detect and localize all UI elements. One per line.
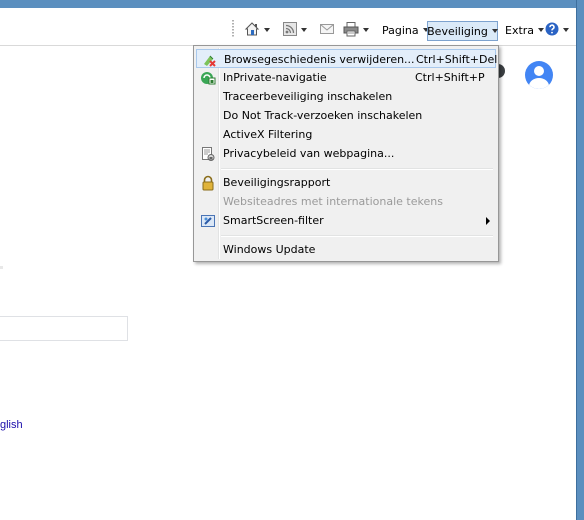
menu-item-inprivate[interactable]: InPrivate-navigatie Ctrl+Shift+P [196, 68, 496, 87]
rss-feed-icon [283, 21, 297, 39]
chevron-down-icon [491, 29, 498, 33]
window-frame-right [576, 0, 584, 520]
menu-item-label: SmartScreen-filter [223, 214, 324, 227]
menu-item-shortcut: Ctrl+Shift+Del [416, 53, 498, 66]
menu-item-label: Privacybeleid van webpagina... [223, 147, 395, 160]
menu-item-security-report[interactable]: Beveiligingsrapport [196, 173, 496, 192]
menu-item-label: Beveiligingsrapport [223, 176, 331, 189]
menu-item-label: Windows Update [223, 243, 316, 256]
menu-separator [221, 168, 493, 170]
menu-item-label: Websiteadres met internationale tekens [223, 195, 443, 208]
security-dropdown-menu: Browsegeschiedenis verwijderen... Ctrl+S… [193, 45, 499, 262]
menu-item-label: Traceerbeveiliging inschakelen [223, 90, 393, 103]
menu-item-tracking-protection[interactable]: Traceerbeveiliging inschakelen [196, 87, 496, 106]
menu-item-privacy-policy[interactable]: Privacybeleid van webpagina... [196, 144, 496, 163]
mail-button[interactable] [320, 21, 334, 39]
menu-item-smartscreen-filter[interactable]: SmartScreen-filter [196, 211, 496, 230]
inprivate-icon [200, 70, 216, 86]
chevron-down-icon [538, 28, 545, 32]
avatar-head [534, 66, 544, 76]
privacy-policy-icon [200, 146, 216, 162]
command-bar: Pagina Beveiliging Extra [0, 8, 576, 46]
avatar-body [529, 78, 549, 89]
page-menu-label: Pagina [382, 23, 419, 37]
tools-menu-button[interactable]: Extra [505, 21, 545, 39]
menu-item-international-address: Websiteadres met internationale tekens [196, 192, 496, 211]
language-link[interactable]: glish [0, 419, 23, 431]
menu-item-do-not-track[interactable]: Do Not Track-verzoeken inschakelen [196, 106, 496, 125]
chevron-down-icon [301, 28, 307, 32]
page-mark [0, 266, 3, 269]
window-frame-top [0, 0, 584, 8]
page-menu-button[interactable]: Pagina [382, 21, 429, 39]
menu-item-label: InPrivate-navigatie [223, 71, 327, 84]
chevron-down-icon [363, 28, 369, 32]
menu-item-label: Browsegeschiedenis verwijderen... [224, 53, 415, 66]
menu-separator [221, 235, 493, 237]
printer-icon [343, 21, 359, 40]
help-icon [545, 22, 559, 39]
home-button[interactable] [244, 21, 270, 39]
feeds-button[interactable] [283, 21, 307, 39]
menu-item-label: Do Not Track-verzoeken inschakelen [223, 109, 423, 122]
menu-item-shortcut: Ctrl+Shift+P [415, 71, 485, 84]
security-menu-button[interactable]: Beveiliging [427, 21, 498, 41]
submenu-arrow-icon [486, 217, 490, 225]
lock-icon [200, 175, 216, 191]
menu-item-delete-browsing-history[interactable]: Browsegeschiedenis verwijderen... Ctrl+S… [196, 49, 498, 68]
search-input[interactable] [0, 316, 128, 341]
menu-item-activex-filtering[interactable]: ActiveX Filtering [196, 125, 496, 144]
delete-history-icon [201, 52, 217, 68]
mail-icon [320, 23, 334, 38]
help-button[interactable] [545, 21, 569, 39]
chevron-down-icon [264, 28, 270, 32]
menu-item-windows-update[interactable]: Windows Update [196, 240, 496, 259]
menu-item-label: ActiveX Filtering [223, 128, 313, 141]
account-avatar[interactable] [525, 61, 553, 89]
tools-menu-label: Extra [505, 23, 535, 37]
security-menu-label: Beveiliging [427, 24, 488, 38]
smartscreen-icon [200, 213, 216, 229]
home-icon [244, 21, 260, 40]
print-button[interactable] [343, 21, 369, 39]
chevron-down-icon [563, 28, 569, 32]
toolbar-grip[interactable] [232, 20, 234, 38]
